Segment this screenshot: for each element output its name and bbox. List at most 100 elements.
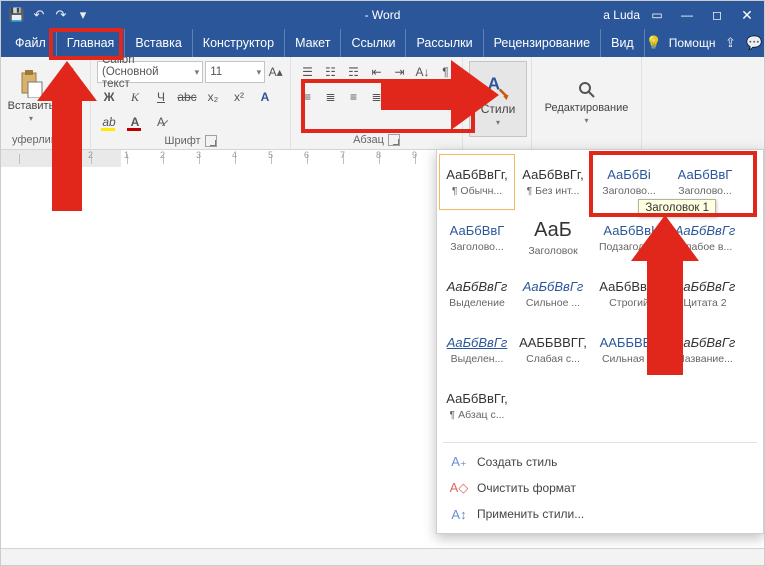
clear-formatting-icon[interactable]: A̷ bbox=[149, 111, 173, 133]
redo-icon[interactable]: ↷ bbox=[51, 5, 71, 25]
tab-file[interactable]: Файл bbox=[5, 29, 57, 57]
style-cell-5[interactable]: АаБЗаголовок bbox=[515, 210, 591, 266]
style-label: Заголово... bbox=[450, 241, 504, 253]
minimize-icon[interactable]: — bbox=[674, 1, 700, 29]
paragraph-launcher[interactable] bbox=[388, 134, 400, 146]
ribbon-options-icon[interactable]: ▭ bbox=[644, 1, 670, 29]
tab-mailings[interactable]: Рассылки bbox=[406, 29, 483, 57]
style-cell-7[interactable]: АаБбВвГгСлабое в... bbox=[667, 210, 743, 266]
style-label: ¶ Абзац с... bbox=[450, 409, 505, 421]
align-center-icon[interactable]: ≣ bbox=[320, 86, 341, 108]
numbering-icon[interactable]: ☷ bbox=[320, 61, 341, 83]
style-cell-0[interactable]: АаБбВвГг,¶ Обычн... bbox=[439, 154, 515, 210]
style-cell-8[interactable]: АаБбВвГгВыделение bbox=[439, 266, 515, 322]
multilevel-icon[interactable]: ☶ bbox=[343, 61, 364, 83]
style-label: ¶ Без инт... bbox=[527, 185, 580, 197]
borders-icon[interactable]: ▢ bbox=[435, 86, 456, 108]
tab-references[interactable]: Ссылки bbox=[341, 29, 406, 57]
style-label: Подзаголо... bbox=[599, 241, 659, 253]
tab-home[interactable]: Главная bbox=[57, 29, 126, 57]
style-preview: АаБбВвГг, bbox=[446, 167, 507, 182]
style-preview: АаБбВвГг bbox=[447, 335, 508, 350]
style-preview: АаБ bbox=[534, 219, 572, 242]
menu-create-style[interactable]: A₊Создать стиль bbox=[437, 449, 763, 475]
group-paragraph: ☰ ☷ ☶ ⇤ ⇥ A↓ ¶ ≡ ≣ ≡ ≣ ⇕ ▦ ▢ А bbox=[291, 57, 463, 149]
style-label: Выделен... bbox=[451, 353, 504, 365]
indent-inc-icon[interactable]: ⇥ bbox=[389, 61, 410, 83]
close-icon[interactable]: ✕ bbox=[734, 1, 760, 29]
styles-button[interactable]: A Стили ▾ bbox=[469, 61, 527, 137]
style-label: Заголово... bbox=[678, 185, 732, 197]
paste-button[interactable]: Вставить ▾ bbox=[7, 61, 55, 132]
subscript-button[interactable]: x₂ bbox=[201, 86, 225, 108]
tab-review[interactable]: Рецензирование bbox=[484, 29, 602, 57]
style-cell-4[interactable]: АаБбВвГ Заголово... bbox=[439, 210, 515, 266]
style-cell-12[interactable]: АаБбВвГг Выделен... bbox=[439, 322, 515, 378]
style-preview: АаБбВвГг bbox=[599, 279, 658, 294]
editing-button[interactable]: Редактирование ▾ bbox=[538, 61, 635, 144]
group-editing: Редактирование ▾ bbox=[532, 57, 642, 149]
style-cell-14[interactable]: ААББВВГСильная ... bbox=[591, 322, 667, 378]
format-painter-icon[interactable]: 🖌 bbox=[59, 105, 79, 125]
style-cell-10[interactable]: АаБбВвГг Строгий bbox=[591, 266, 667, 322]
style-label: Выделение bbox=[449, 297, 505, 309]
shading-icon[interactable]: ▦ bbox=[412, 86, 433, 108]
undo-icon[interactable]: ↶ bbox=[29, 5, 49, 25]
style-cell-6[interactable]: АаБбВвІПодзаголо... bbox=[591, 210, 667, 266]
tell-me-label[interactable]: Помощн bbox=[669, 36, 716, 50]
menu-apply-styles[interactable]: A↕Применить стили... bbox=[437, 501, 763, 527]
style-preview: АаБбВвГг, bbox=[522, 167, 583, 182]
style-label: Слабая с... bbox=[526, 353, 580, 365]
indent-dec-icon[interactable]: ⇤ bbox=[366, 61, 387, 83]
menu-clear-format[interactable]: A◇Очистить формат bbox=[437, 475, 763, 501]
styles-menu: A₊Создать стиль A◇Очистить формат A↕Прим… bbox=[437, 445, 763, 533]
font-size-combo[interactable]: 11 bbox=[205, 61, 265, 83]
style-cell-11[interactable]: АаБбВвГгЦитата 2 bbox=[667, 266, 743, 322]
qat-customize-icon[interactable]: ▾ bbox=[73, 5, 93, 25]
save-icon[interactable]: 💾 bbox=[7, 5, 27, 25]
tab-design[interactable]: Конструктор bbox=[193, 29, 285, 57]
justify-icon[interactable]: ≣ bbox=[366, 86, 387, 108]
align-left-icon[interactable]: ≡ bbox=[297, 86, 318, 108]
status-bar bbox=[1, 548, 764, 565]
document-area[interactable] bbox=[1, 167, 438, 565]
line-spacing-icon[interactable]: ⇕ bbox=[389, 86, 410, 108]
apply-styles-icon: A↕ bbox=[451, 506, 467, 522]
account-name[interactable]: a Luda bbox=[603, 8, 640, 22]
style-label: Слабое в... bbox=[678, 241, 733, 253]
styles-label: Стили bbox=[481, 102, 516, 116]
text-effects-icon[interactable]: A bbox=[253, 86, 277, 108]
style-preview: АаБбВвГ bbox=[450, 223, 505, 238]
cut-icon[interactable]: ✂ bbox=[59, 61, 79, 81]
style-cell-15[interactable]: АаБбВвГгНазвание... bbox=[667, 322, 743, 378]
style-cell-16[interactable]: АаБбВвГг,¶ Абзац с... bbox=[439, 378, 515, 434]
grow-font-icon[interactable]: A▴ bbox=[267, 61, 284, 83]
style-label: Строгий bbox=[609, 297, 649, 309]
align-right-icon[interactable]: ≡ bbox=[343, 86, 364, 108]
bullets-icon[interactable]: ☰ bbox=[297, 61, 318, 83]
show-marks-icon[interactable]: ¶ bbox=[435, 61, 456, 83]
style-preview: АаБбВвГг bbox=[675, 335, 736, 350]
style-preview: АаБбВвГг bbox=[675, 279, 736, 294]
share-icon[interactable]: ⇪ bbox=[721, 34, 739, 52]
style-cell-13[interactable]: ААББВВГГ,Слабая с... bbox=[515, 322, 591, 378]
copy-icon[interactable]: 📄 bbox=[59, 83, 79, 103]
highlight-icon[interactable]: ab bbox=[97, 111, 121, 133]
paragraph-caption: Абзац bbox=[353, 134, 384, 146]
font-launcher[interactable] bbox=[205, 135, 217, 147]
comments-icon[interactable]: 💬 bbox=[745, 34, 763, 52]
tell-me-icon[interactable]: 💡 bbox=[645, 34, 663, 52]
tab-layout[interactable]: Макет bbox=[285, 29, 341, 57]
tab-view[interactable]: Вид bbox=[601, 29, 645, 57]
paste-label: Вставить bbox=[8, 100, 55, 112]
style-cell-1[interactable]: АаБбВвГг, ¶ Без инт... bbox=[515, 154, 591, 210]
style-cell-9[interactable]: АаБбВвГгСильное ... bbox=[515, 266, 591, 322]
font-color-icon[interactable]: A bbox=[123, 111, 147, 133]
font-name-combo[interactable]: Calibri (Основной текст bbox=[97, 61, 203, 83]
maximize-icon[interactable]: ◻ bbox=[704, 1, 730, 29]
paste-icon bbox=[19, 70, 43, 98]
superscript-button[interactable]: x² bbox=[227, 86, 251, 108]
sort-icon[interactable]: A↓ bbox=[412, 61, 433, 83]
clipboard-launcher[interactable] bbox=[67, 134, 79, 146]
tab-insert[interactable]: Вставка bbox=[125, 29, 192, 57]
